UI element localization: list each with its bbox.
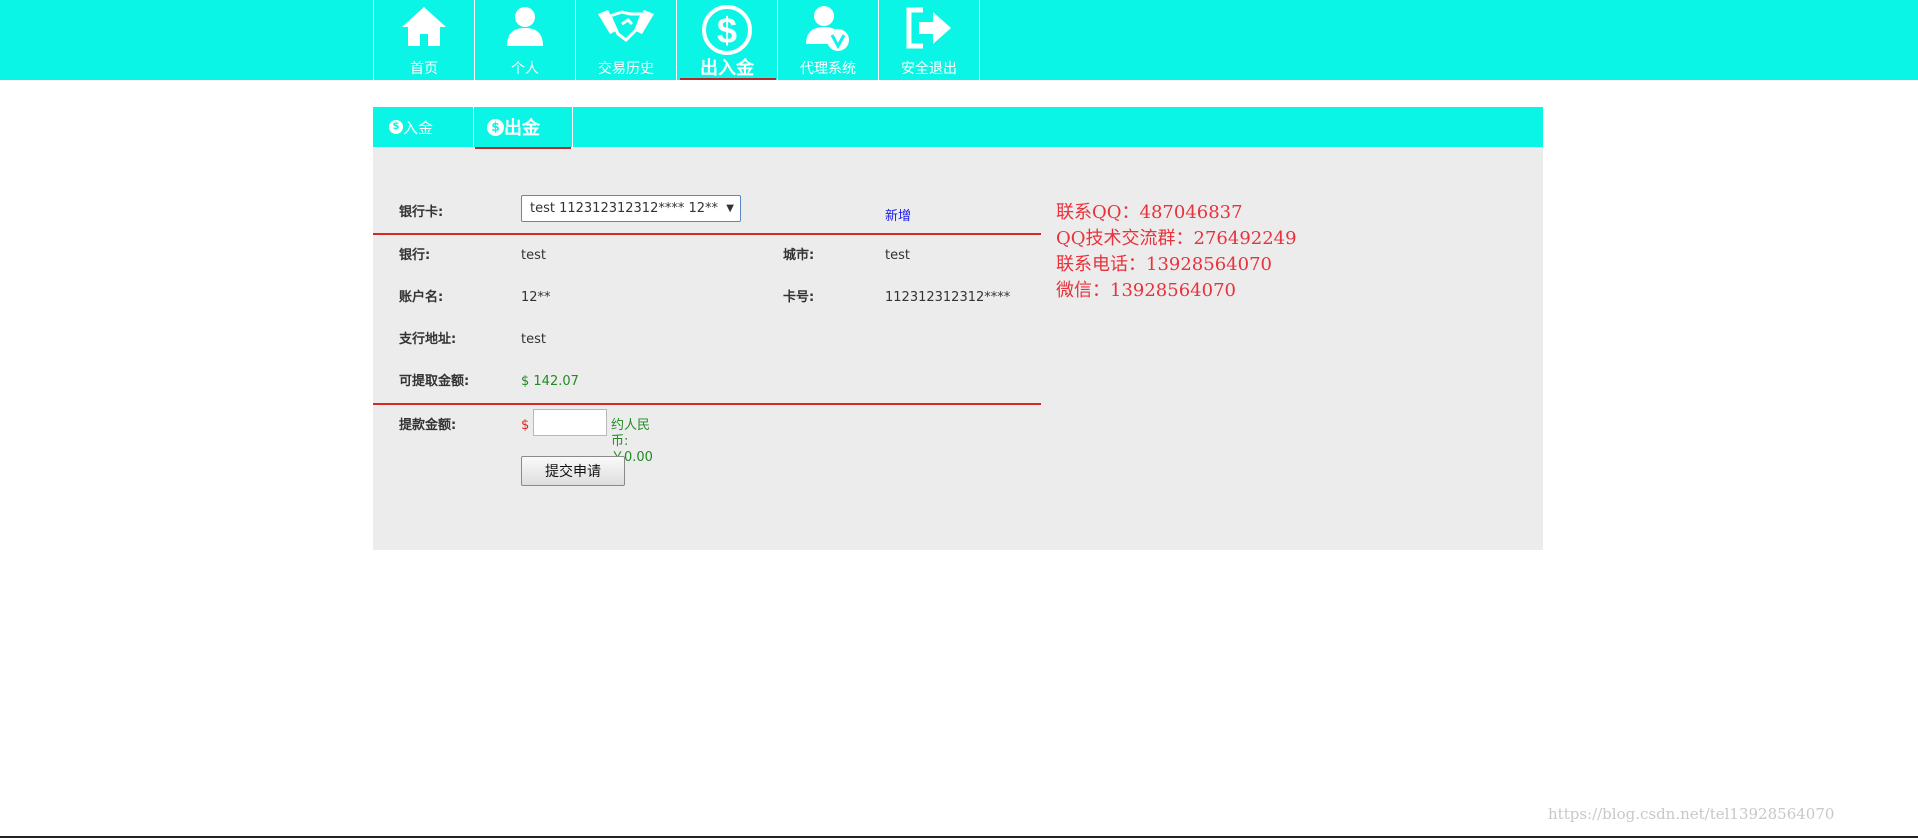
nav-label-funds: 出入金 bbox=[700, 58, 754, 79]
nav-item-trade-history[interactable]: 交易历史 bbox=[575, 0, 676, 80]
card-no-label: 卡号: bbox=[783, 290, 815, 305]
dollar-circle-icon: $ bbox=[389, 120, 403, 134]
available-amount-label: 可提取金额: bbox=[399, 374, 470, 389]
dollar-circle-icon: $ bbox=[702, 5, 752, 55]
funds-panel: $ 入金 $ 出金 银行卡: test 112312312312**** 12*… bbox=[373, 107, 1543, 550]
available-amount-value: $ 142.07 bbox=[521, 374, 579, 389]
account-name-label: 账户名: bbox=[399, 290, 444, 305]
chevron-down-icon: ▼ bbox=[726, 203, 734, 214]
account-name-value: 12** bbox=[521, 290, 551, 305]
contact-qq-group: QQ技术交流群：276492249 bbox=[1056, 228, 1297, 249]
bank-value: test bbox=[521, 248, 546, 263]
bank-card-select[interactable]: test 112312312312**** 12** ▼ bbox=[521, 195, 741, 222]
tab-deposit-label: 入金 bbox=[403, 118, 434, 137]
branch-value: test bbox=[521, 332, 546, 347]
nav-label-trade-history: 交易历史 bbox=[598, 61, 654, 77]
home-icon bbox=[402, 7, 446, 46]
city-label: 城市: bbox=[783, 248, 815, 263]
add-bank-card-link[interactable]: 新增 bbox=[885, 205, 911, 224]
main-nav: 首页 个人 交易历史 $ 出入金 代理系统 安全退出 bbox=[373, 0, 980, 80]
submit-application-button[interactable]: 提交申请 bbox=[521, 456, 625, 486]
top-nav-bar: 首页 个人 交易历史 $ 出入金 代理系统 安全退出 bbox=[0, 0, 1918, 80]
dollar-circle-icon: $ bbox=[487, 118, 504, 136]
handshake-icon bbox=[598, 10, 654, 42]
card-no-value: 112312312312**** bbox=[885, 290, 1011, 305]
contact-info: 联系QQ：487046837 QQ技术交流群：276492249 联系电话：13… bbox=[1056, 200, 1297, 304]
branch-label: 支行地址: bbox=[399, 332, 457, 347]
tab-withdraw[interactable]: $ 出金 bbox=[473, 107, 573, 149]
nav-item-agent[interactable]: 代理系统 bbox=[777, 0, 878, 80]
funds-tab-bar: $ 入金 $ 出金 bbox=[373, 107, 1543, 149]
user-icon bbox=[507, 7, 543, 46]
currency-symbol: $ bbox=[521, 418, 530, 433]
nav-label-home: 首页 bbox=[410, 61, 438, 77]
tab-deposit[interactable]: $ 入金 bbox=[389, 107, 433, 147]
section-divider bbox=[373, 403, 1041, 405]
nav-item-funds[interactable]: $ 出入金 bbox=[676, 0, 777, 80]
nav-label-logout: 安全退出 bbox=[901, 61, 957, 77]
withdraw-amount-input[interactable] bbox=[533, 409, 607, 436]
bank-label: 银行: bbox=[399, 248, 431, 263]
withdraw-amount-label: 提款金额: bbox=[399, 418, 457, 433]
contact-phone: 联系电话：13928564070 bbox=[1056, 254, 1272, 275]
svg-text:$: $ bbox=[717, 10, 737, 51]
nav-item-logout[interactable]: 安全退出 bbox=[878, 0, 979, 80]
bank-card-label: 银行卡: bbox=[399, 205, 444, 220]
contact-qq: 联系QQ：487046837 bbox=[1056, 202, 1243, 223]
bank-card-selected-value: test 112312312312**** 12** bbox=[530, 201, 719, 216]
nav-label-agent: 代理系统 bbox=[800, 61, 856, 77]
logout-icon bbox=[906, 7, 951, 49]
city-value: test bbox=[885, 248, 910, 263]
agent-icon bbox=[806, 6, 849, 51]
nav-divider bbox=[979, 0, 980, 80]
nav-label-personal: 个人 bbox=[511, 61, 539, 77]
tab-withdraw-label: 出金 bbox=[504, 118, 540, 139]
nav-item-personal[interactable]: 个人 bbox=[474, 0, 575, 80]
contact-wechat: 微信：13928564070 bbox=[1056, 280, 1236, 301]
section-divider bbox=[373, 233, 1041, 235]
nav-item-home[interactable]: 首页 bbox=[373, 0, 474, 80]
watermark: https://blog.csdn.net/tel13928564070 bbox=[1548, 805, 1835, 823]
